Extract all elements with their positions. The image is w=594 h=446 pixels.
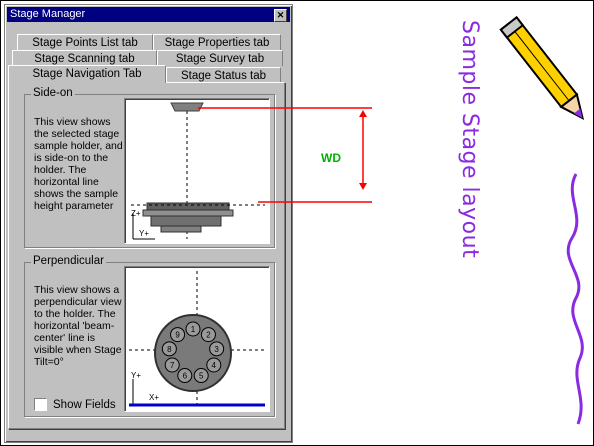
wd-label: WD	[321, 151, 341, 165]
slide-title-text: Sample Stage layout	[457, 20, 482, 259]
tab-label: Stage Navigation Tab	[32, 68, 142, 80]
wd-arrow-head-down	[359, 183, 367, 190]
wd-arrow-head-up	[359, 110, 367, 117]
tab-stage-navigation[interactable]: Stage Navigation Tab	[8, 65, 166, 83]
pencil-icon	[499, 15, 585, 425]
